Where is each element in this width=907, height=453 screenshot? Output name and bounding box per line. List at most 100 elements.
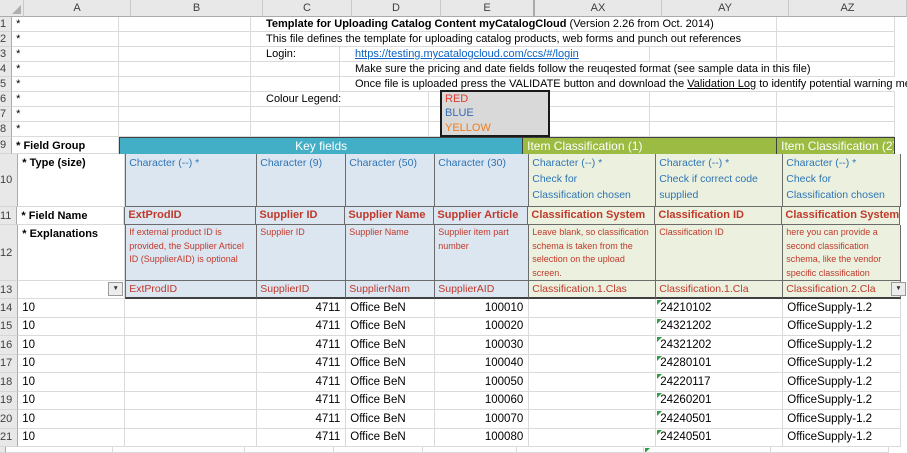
key-fields-band[interactable]: Key fields: [119, 137, 523, 154]
row-header-15[interactable]: 15: [0, 318, 18, 337]
explanation-supplier-name[interactable]: Supplier Name: [346, 225, 435, 281]
cell-A4[interactable]: *: [12, 62, 119, 77]
explanation-extprodid[interactable]: If external product ID is provided, the …: [125, 225, 257, 281]
cell-C5[interactable]: [251, 77, 340, 92]
cell-A6[interactable]: *: [12, 92, 119, 107]
cell-D17[interactable]: Office BeN: [346, 355, 435, 374]
col-header-A[interactable]: A: [24, 0, 131, 17]
cell-B19[interactable]: [125, 392, 257, 411]
cell-AX14[interactable]: [529, 299, 656, 318]
cell-C20[interactable]: 4711: [257, 410, 346, 429]
filter-cell-A[interactable]: ▼: [18, 281, 125, 299]
field-name-label[interactable]: * Field Name: [17, 207, 124, 225]
row-header-3[interactable]: 3: [0, 47, 12, 62]
cell-B7[interactable]: [119, 107, 251, 122]
cell-A20[interactable]: 10: [18, 410, 125, 429]
row-header-10[interactable]: 10: [0, 154, 18, 207]
cell-B16[interactable]: [125, 336, 257, 355]
cell-AX16[interactable]: [529, 336, 656, 355]
cell-AZ15[interactable]: OfficeSupply-1.2: [783, 318, 901, 337]
cell-B17[interactable]: [125, 355, 257, 374]
cell-D18[interactable]: Office BeN: [346, 373, 435, 392]
cell-AZ17[interactable]: OfficeSupply-1.2: [783, 355, 901, 374]
cell-D6[interactable]: [340, 92, 429, 107]
cell-B22[interactable]: [113, 447, 245, 453]
cell-A19[interactable]: 10: [18, 392, 125, 411]
col-header-AZ[interactable]: AZ: [789, 0, 907, 17]
cell-A7[interactable]: *: [12, 107, 119, 122]
cell-E17[interactable]: 100040: [435, 355, 529, 374]
explanation-supplier-id[interactable]: Supplier ID: [257, 225, 346, 281]
cell-A5[interactable]: *: [12, 77, 119, 92]
cell-B4[interactable]: [119, 62, 251, 77]
row-header-8[interactable]: 8: [0, 122, 12, 137]
item-classification-2-band[interactable]: Item Classification (2): [777, 137, 895, 154]
cell-AZ8[interactable]: [777, 122, 895, 137]
cell-B14[interactable]: [125, 299, 257, 318]
cell-C21[interactable]: 4711: [257, 429, 346, 448]
filter-classification-id-1[interactable]: Classification.1.Cla ▼: [656, 281, 783, 299]
cell-AY17[interactable]: 24280101: [656, 355, 783, 374]
cell-AZ21[interactable]: OfficeSupply-1.2: [783, 429, 901, 448]
cell-AY14[interactable]: 24210102: [656, 299, 783, 318]
cell-AZ19[interactable]: OfficeSupply-1.2: [783, 392, 901, 411]
cell-AZ20[interactable]: OfficeSupply-1.2: [783, 410, 901, 429]
type-supplierid[interactable]: Character (9): [257, 154, 346, 207]
field-name-supplier-id[interactable]: Supplier ID: [256, 207, 345, 225]
cell-C8[interactable]: [251, 122, 340, 137]
col-header-AY[interactable]: AY: [662, 0, 789, 17]
row-header-18[interactable]: 18: [0, 373, 18, 392]
cell-D7[interactable]: [340, 107, 429, 122]
cell-AY16[interactable]: 24321202: [656, 336, 783, 355]
cell-B20[interactable]: [125, 410, 257, 429]
cell-AX22[interactable]: [517, 447, 644, 453]
cell-B5[interactable]: [119, 77, 251, 92]
field-name-classification-system-1[interactable]: Classification System: [528, 207, 655, 225]
cell-E16[interactable]: 100030: [435, 336, 529, 355]
cell-A14[interactable]: 10: [18, 299, 125, 318]
filter-extprodid[interactable]: ExtProdID ▼: [125, 281, 257, 299]
cell-AY6[interactable]: [650, 92, 777, 107]
cell-B6[interactable]: [119, 92, 251, 107]
col-header-B[interactable]: B: [131, 0, 263, 17]
cell-D15[interactable]: Office BeN: [346, 318, 435, 337]
cell-D14[interactable]: Office BeN: [346, 299, 435, 318]
row-header-1[interactable]: 1: [0, 17, 12, 32]
cell-AY18[interactable]: 24220117: [656, 373, 783, 392]
cell-AZ7[interactable]: [777, 107, 895, 122]
cell-C7[interactable]: [251, 107, 340, 122]
col-header-D[interactable]: D: [352, 0, 441, 17]
cell-A22[interactable]: [6, 447, 113, 453]
cell-AX17[interactable]: [529, 355, 656, 374]
cell-D16[interactable]: Office BeN: [346, 336, 435, 355]
cell-AX19[interactable]: [529, 392, 656, 411]
cell-AZ18[interactable]: OfficeSupply-1.2: [783, 373, 901, 392]
col-header-C[interactable]: C: [263, 0, 352, 17]
filter-supplieraid[interactable]: SupplierAID ▼↑: [435, 281, 529, 299]
cell-AY22[interactable]: [644, 447, 771, 453]
cell-AX18[interactable]: [529, 373, 656, 392]
type-size-label[interactable]: * Type (size): [18, 154, 125, 207]
cell-B1[interactable]: [119, 17, 251, 32]
row-header-6[interactable]: 6: [0, 92, 12, 107]
cell-B2[interactable]: [119, 32, 251, 47]
cell-A1[interactable]: *: [12, 17, 119, 32]
cell-AX21[interactable]: [529, 429, 656, 448]
item-classification-1-band[interactable]: Item Classification (1): [523, 137, 777, 154]
explanation-classification-id-1[interactable]: Classification ID: [656, 225, 783, 281]
filter-dropdown-a[interactable]: ▼: [108, 282, 123, 296]
filter-suppliername[interactable]: SupplierNam ▼: [346, 281, 435, 299]
cell-A18[interactable]: 10: [18, 373, 125, 392]
cell-B15[interactable]: [125, 318, 257, 337]
cell-AY8[interactable]: [650, 122, 777, 137]
row-header-4[interactable]: 4: [0, 62, 12, 77]
select-all-corner[interactable]: [0, 0, 24, 17]
cell-E14[interactable]: 100010: [435, 299, 529, 318]
cell-AY19[interactable]: 24260201: [656, 392, 783, 411]
filter-supplierid[interactable]: SupplierID ▼: [257, 281, 346, 299]
field-name-classification-id-1[interactable]: Classification ID: [655, 207, 782, 225]
cell-C22[interactable]: [245, 447, 334, 453]
cell-A8[interactable]: *: [12, 122, 119, 137]
cell-B18[interactable]: [125, 373, 257, 392]
cell-AZ22[interactable]: [771, 447, 889, 453]
